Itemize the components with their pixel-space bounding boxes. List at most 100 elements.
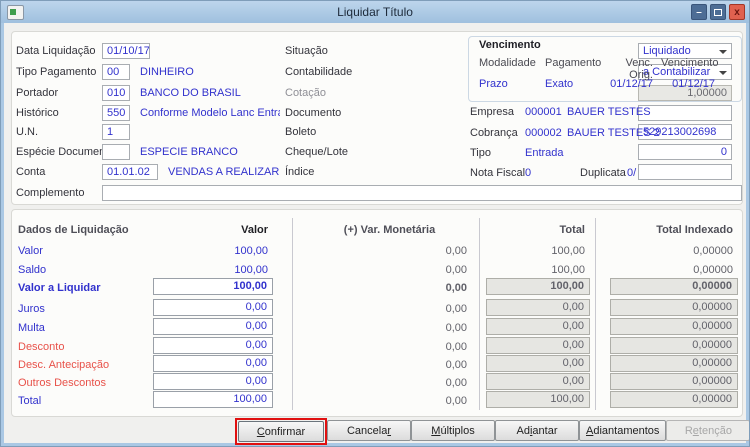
venc-header-vencimento: Vencimento bbox=[661, 57, 715, 69]
value-total-saldo: 100,00 bbox=[486, 262, 585, 279]
adiantar-button[interactable]: Adiantar bbox=[495, 420, 579, 441]
button-bar: ConfirmarCancelarMúltiplosAdiantarAdiant… bbox=[235, 417, 749, 445]
header-valor: Valor bbox=[153, 222, 268, 239]
value-empresa: 000001 bbox=[525, 104, 562, 120]
desc-historico: Conforme Modelo Lanc Entrada Liquid bbox=[140, 105, 280, 121]
label-historico: Histórico bbox=[16, 107, 59, 119]
input-especie-documento[interactable] bbox=[102, 144, 130, 160]
venc-value-pagamento: Exato bbox=[545, 78, 603, 90]
value-var-desc-antecipacao: 0,00 bbox=[312, 357, 467, 374]
field-total-outros-descontos: 0,00 bbox=[486, 373, 590, 390]
label-boleto: Boleto bbox=[285, 126, 316, 138]
input-valor-juros[interactable]: 0,00 bbox=[153, 299, 273, 316]
input-historico[interactable]: 550 bbox=[102, 105, 130, 121]
row-label-desconto: Desconto bbox=[18, 339, 153, 356]
label-cotacao: Cotação bbox=[285, 87, 326, 99]
field-indexado-total: 0,00000 bbox=[610, 391, 738, 408]
input-valor-desc-antecipacao[interactable]: 0,00 bbox=[153, 355, 273, 372]
cancelar-button[interactable]: Cancelar bbox=[327, 420, 411, 441]
field-indexado-valor-a-liquidar: 0,00000 bbox=[610, 278, 738, 295]
label-data-liquidacao: Data Liquidação bbox=[16, 45, 96, 57]
venc-value-modalidade: Prazo bbox=[479, 78, 537, 90]
value-total-valor: 100,00 bbox=[486, 243, 585, 260]
label-conta: Conta bbox=[16, 166, 45, 178]
row-label-total: Total bbox=[18, 393, 153, 410]
input-valor-valor-a-liquidar[interactable]: 100,00 bbox=[153, 278, 273, 295]
label-empresa: Empresa bbox=[470, 106, 514, 118]
input-valor-outros-descontos[interactable]: 0,00 bbox=[153, 373, 273, 390]
header-total-indexado: Total Indexado bbox=[610, 222, 733, 239]
titlebar: Liquidar Título – x bbox=[1, 1, 749, 23]
label-documento: Documento bbox=[285, 107, 341, 119]
venc-header-modalidade: Modalidade bbox=[479, 57, 537, 69]
maximize-icon[interactable] bbox=[710, 4, 726, 20]
label-cheque-lote: Cheque/Lote bbox=[285, 146, 348, 158]
label-cobranca: Cobrança bbox=[470, 127, 518, 139]
value-var-multa: 0,00 bbox=[312, 320, 467, 337]
confirmar-button[interactable]: Confirmar bbox=[238, 421, 324, 442]
input-valor-total[interactable]: 100,00 bbox=[153, 391, 273, 408]
minimize-icon[interactable]: – bbox=[691, 4, 707, 20]
field-indexado-desc-antecipacao: 0,00000 bbox=[610, 355, 738, 372]
value-var-total: 0,00 bbox=[312, 393, 467, 410]
column-divider-1 bbox=[292, 218, 293, 410]
field-total-multa: 0,00 bbox=[486, 318, 590, 335]
label-portador: Portador bbox=[16, 87, 58, 99]
label-tipo: Tipo bbox=[470, 147, 491, 159]
value-var-juros: 0,00 bbox=[312, 301, 467, 318]
field-total-desc-antecipacao: 0,00 bbox=[486, 355, 590, 372]
venc-value-venc-orig: 01/12/17 bbox=[599, 78, 653, 90]
field-total-total: 100,00 bbox=[486, 391, 590, 408]
vencimento-title: Vencimento bbox=[479, 39, 541, 51]
value-valor-saldo: 100,00 bbox=[153, 262, 268, 279]
label-duplicata: Duplicata bbox=[580, 165, 626, 181]
multiplos-button[interactable]: Múltiplos bbox=[411, 420, 495, 441]
value-cobranca: 000002 bbox=[525, 125, 562, 141]
input-valor-desconto[interactable]: 0,00 bbox=[153, 337, 273, 354]
row-label-valor-a-liquidar: Valor a Liquidar bbox=[18, 280, 153, 297]
value-var-valor-a-liquidar: 0,00 bbox=[312, 280, 467, 297]
field-total-desconto: 0,00 bbox=[486, 337, 590, 354]
input-portador[interactable]: 010 bbox=[102, 85, 130, 101]
field-indexado-outros-descontos: 0,00000 bbox=[610, 373, 738, 390]
value-var-outros-descontos: 0,00 bbox=[312, 375, 467, 392]
value-var-valor: 0,00 bbox=[312, 243, 467, 260]
input-conta[interactable]: 01.01.02 bbox=[102, 164, 158, 180]
header-total: Total bbox=[486, 222, 585, 239]
value-indexado-valor: 0,00000 bbox=[610, 243, 733, 260]
desc-empresa: BAUER TESTES bbox=[567, 104, 651, 120]
vencimento-group: VencimentoModalidadePagamentoVenc. Orig.… bbox=[468, 36, 742, 102]
value-var-desconto: 0,00 bbox=[312, 339, 467, 356]
value-tipo: Entrada bbox=[525, 145, 564, 161]
row-label-juros: Juros bbox=[18, 301, 153, 318]
field-total-valor-a-liquidar: 100,00 bbox=[486, 278, 590, 295]
input-valor-multa[interactable]: 0,00 bbox=[153, 318, 273, 335]
input-data-liquidacao[interactable]: 01/10/17 bbox=[102, 43, 150, 59]
field-indexado-juros: 0,00000 bbox=[610, 299, 738, 316]
label-especie-documento: Espécie Documento bbox=[16, 146, 114, 158]
row-label-valor: Valor bbox=[18, 243, 153, 260]
value-var-saldo: 0,00 bbox=[312, 262, 467, 279]
row-label-multa: Multa bbox=[18, 320, 153, 337]
venc-header-pagamento: Pagamento bbox=[545, 57, 603, 69]
label-situacao: Situação bbox=[285, 45, 328, 57]
close-icon[interactable]: x bbox=[729, 4, 745, 20]
column-divider-2 bbox=[479, 218, 480, 410]
venc-value-vencimento: 01/12/17 bbox=[661, 78, 715, 90]
adiantamentos-button[interactable]: Adiantamentos bbox=[579, 420, 666, 441]
input-complemento[interactable] bbox=[102, 185, 742, 201]
header-var-monetaria: (+) Var. Monetária bbox=[312, 222, 467, 239]
retencao-button: Retenção bbox=[666, 420, 750, 441]
label-contabilidade: Contabilidade bbox=[285, 66, 352, 78]
value-nota-fiscal: 0 bbox=[525, 165, 531, 181]
input-tipo-pagamento[interactable]: 00 bbox=[102, 64, 130, 80]
window-title: Liquidar Título bbox=[1, 5, 749, 19]
field-indexado-multa: 0,00000 bbox=[610, 318, 738, 335]
input-u-n[interactable]: 1 bbox=[102, 124, 130, 140]
window-liquidar-titulo: Liquidar Título – x Data Liquidação 01/10… bbox=[0, 0, 750, 447]
label-nota-fiscal: Nota Fiscal bbox=[470, 167, 525, 179]
label-tipo-pagamento: Tipo Pagamento bbox=[16, 66, 96, 78]
value-indexado-saldo: 0,00000 bbox=[610, 262, 733, 279]
label-complemento: Complemento bbox=[16, 187, 84, 199]
confirm-highlight-annotation: Confirmar bbox=[235, 418, 327, 445]
